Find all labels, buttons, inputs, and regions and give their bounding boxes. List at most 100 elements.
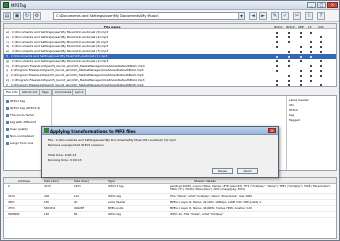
tag-present-dot — [320, 45, 322, 48]
tag-present-dot — [320, 60, 322, 63]
tag-present-dot — [310, 69, 312, 72]
tag-present-dot — [276, 31, 278, 34]
abort-button[interactable]: Abort — [237, 168, 258, 174]
refresh-icon[interactable]: ↻ — [23, 12, 31, 20]
path-combo[interactable]: C:\Documents and Settings\user\My Docume… — [53, 12, 245, 20]
close-button[interactable]: × — [327, 2, 338, 8]
tag-present-dot — [320, 69, 322, 72]
tag-present-dot — [320, 65, 322, 68]
column-stream-details[interactable]: Stream details — [194, 179, 216, 183]
tag-icon — [6, 141, 9, 145]
column-info[interactable]: Info — [318, 25, 324, 29]
check-icon[interactable]: ✓ — [281, 12, 289, 20]
sidebar-item[interactable]: The zoom factor — [6, 112, 50, 118]
cell-type: ID3V1 tag — [108, 213, 121, 216]
forward-icon[interactable]: ► — [259, 12, 267, 20]
info-icon[interactable]: i — [305, 12, 313, 20]
tag-icon — [6, 134, 9, 138]
settings-icon[interactable]: ⚙ — [33, 12, 41, 20]
cell-addr: 4179 — [8, 195, 15, 198]
file-list-header: File name ID3v1 ID3v2 APE L3 Info — [4, 24, 336, 29]
cell-size-dec: 128 — [44, 213, 49, 216]
path-text: C:\Documents and Settings\user\My Docume… — [56, 14, 159, 18]
tag-present-dot — [320, 36, 322, 39]
tag-present-dot — [300, 84, 302, 86]
maximize-button[interactable]: □ — [317, 2, 326, 8]
tag-present-dot — [310, 55, 312, 58]
sidebar-item[interactable]: ID3V1 tag — [6, 98, 50, 104]
cell-details: MPEG-1 Layer III, Stereo, 44100Hz, frame… — [170, 207, 252, 210]
tag-present-dot — [310, 41, 312, 44]
tag-present-dot — [288, 41, 290, 44]
right-pane-line: tag — [289, 113, 294, 117]
cell-size-dec: 418 — [44, 195, 49, 198]
column-file-name[interactable]: File name — [104, 25, 121, 29]
column-size-dec[interactable]: Size (dec) — [44, 179, 59, 183]
table-row[interactable]: 0 4179 1053 ID3V2.3 tag padding=10240, unsyn… — [4, 185, 336, 194]
tag-present-dot — [300, 69, 302, 72]
open-folder-icon[interactable]: ▤ — [3, 12, 11, 20]
tag-icon — [6, 106, 9, 110]
column-type[interactable]: Type — [108, 179, 115, 183]
column-ape[interactable]: APE — [298, 25, 304, 29]
back-icon[interactable]: ◄ — [249, 12, 257, 20]
table-row[interactable]: 4753 5063311 4D428F MPEG Audio MPEG-1 Layer … — [4, 207, 336, 212]
column-l3[interactable]: L3 — [308, 25, 312, 29]
column-id3v1[interactable]: ID3v1 — [274, 25, 283, 29]
cell-type: ID3V1 tag — [108, 195, 121, 198]
file-list[interactable]: File name ID3v1 ID3v2 APE L3 Info a) · C… — [3, 23, 337, 87]
save-icon[interactable]: ▣ — [13, 12, 21, 20]
tag-present-dot — [276, 69, 278, 72]
tag-present-dot — [300, 60, 302, 63]
cell-details: MPEG-1 Layer III, Stereo, 44.1kHz, 128kb… — [170, 201, 261, 204]
pause-button[interactable]: Pause — [212, 168, 233, 174]
sidebar-item[interactable]: ID3V2 tag (ID3V2.3) — [6, 105, 50, 111]
right-pane-line: Vbr — [289, 103, 295, 107]
cell-size-dec: 156 — [44, 201, 49, 204]
tag-icon — [6, 127, 9, 131]
cell-details: ID3V1.1b, Title "Yellow", Artist "Coldpl… — [170, 213, 224, 216]
cell-details: Title "Yellow", Artist "Coldplay", Album… — [170, 195, 252, 198]
column-address[interactable]: Address — [18, 179, 30, 183]
chevron-down-icon[interactable]: ▼ — [238, 13, 244, 19]
sidebar-item[interactable]: tag with different — [6, 119, 50, 125]
cell-addr: 4597 — [8, 201, 15, 204]
toolbar: ▤ ▣ ↻ ⚙ C:\Documents and Settings\user\M… — [1, 10, 339, 22]
tag-present-dot — [288, 31, 290, 34]
dialog-running-time: Running time: 0:00:13 — [48, 158, 82, 162]
tag-present-dot — [276, 55, 278, 58]
cell-details: padding=10240, unsync=false, frames: UFI… — [170, 185, 331, 191]
cut-icon[interactable]: ✂ — [293, 12, 301, 20]
table-row[interactable]: 4179 418 1A2 ID3V1 tag Title "Yellow", Artis… — [4, 195, 336, 200]
minimize-button[interactable]: _ — [307, 2, 316, 8]
table-row[interactable]: 5068064 128 80 ID3V1 tag ID3V1.1b, Title "Ye… — [4, 213, 336, 218]
dialog-title-bar[interactable]: Applying transformations to MP3 files × — [42, 127, 278, 135]
tag-icon — [6, 113, 9, 117]
tag-present-dot — [288, 65, 290, 68]
cell-addr: 0 — [8, 185, 10, 188]
cell-size-hex: 1A2 — [74, 195, 80, 198]
stream-table[interactable]: Address Size (dec) Size (hex) Type Strea… — [3, 177, 337, 239]
tag-present-dot — [288, 74, 290, 77]
right-pane: Lame header Vbr ID3v2 tag Tagged — [286, 96, 336, 170]
tag-present-dot — [310, 74, 312, 77]
edit-icon[interactable]: ✎ — [271, 12, 279, 20]
file-name: l) · C:\Program Files\ALCO\pem5_burnit_w… — [6, 82, 144, 87]
title-bar[interactable]: MP3Tag _ □ × — [1, 1, 339, 10]
tag-present-dot — [276, 36, 278, 39]
tag-present-dot — [300, 50, 302, 53]
close-icon[interactable]: × — [268, 128, 276, 133]
help-icon[interactable]: ? — [317, 12, 325, 20]
file-row[interactable]: l) · C:\Program Files\ALCO\pem5_burnit_w… — [4, 82, 336, 87]
right-pane-line: ID3v2 — [289, 108, 298, 112]
tag-present-dot — [288, 36, 290, 39]
tag-present-dot — [288, 60, 290, 63]
tag-present-dot — [276, 60, 278, 63]
cell-size-hex: 1053 — [74, 185, 81, 188]
tag-present-dot — [300, 36, 302, 39]
column-id3v2[interactable]: ID3v2 — [286, 25, 295, 29]
table-row[interactable]: 4597 156 9C Lame Header MPEG-1 Layer III, St… — [4, 201, 336, 206]
main-window: MP3Tag _ □ × ▤ ▣ ↻ ⚙ C:\Documents and Se… — [0, 0, 340, 241]
dialog-title: Applying transformations to MP3 files — [50, 129, 136, 134]
column-size-hex[interactable]: Size (hex) — [74, 179, 89, 183]
